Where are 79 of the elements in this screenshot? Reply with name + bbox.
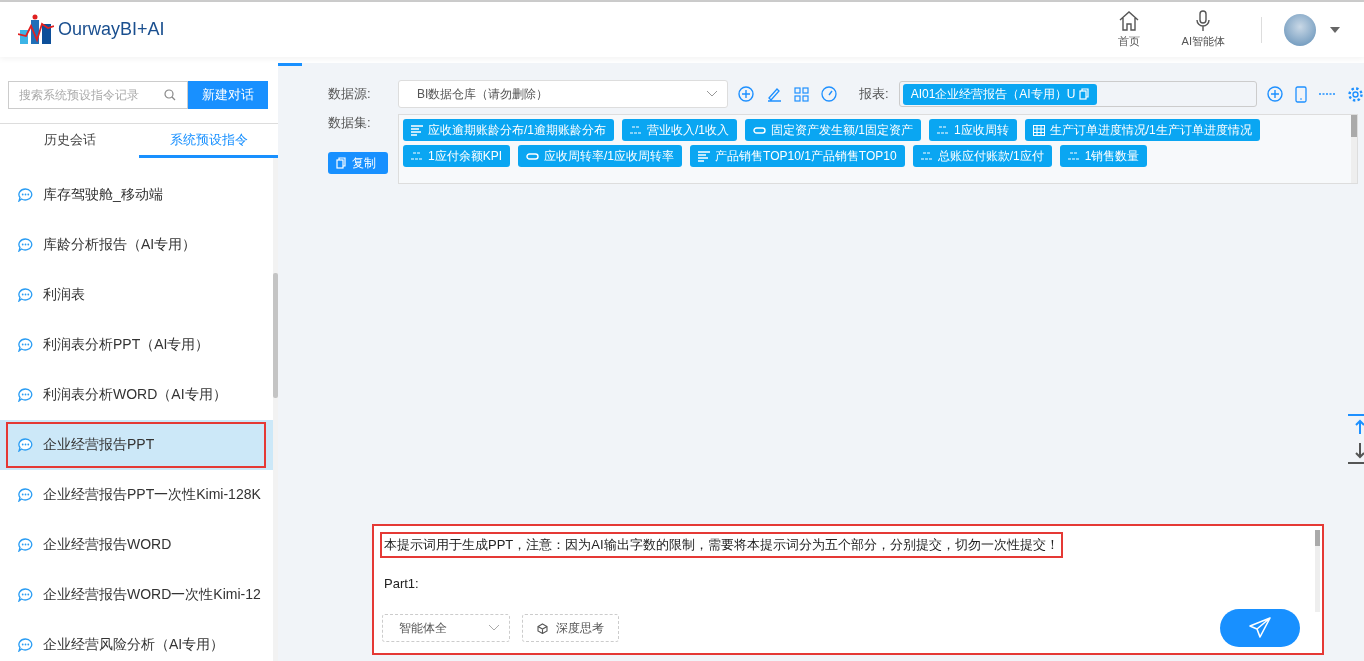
datasource-label: 数据源: <box>328 85 372 103</box>
nav-button[interactable]: 首页 <box>1103 10 1154 49</box>
kpi-icon <box>920 152 933 160</box>
home-icon <box>1117 10 1140 32</box>
add-icon[interactable] <box>738 86 754 102</box>
preset-item[interactable]: 利润表 <box>0 270 273 320</box>
chat-bubble-icon <box>18 538 33 552</box>
chat-bubble-icon <box>18 288 33 302</box>
pill-icon <box>526 152 539 160</box>
add-icon[interactable] <box>1266 86 1283 102</box>
chat-bubble-icon <box>18 338 33 352</box>
caret-icon[interactable] <box>1330 26 1340 33</box>
preset-label: 企业经营报告PPT <box>43 436 155 454</box>
preset-label: 企业经营报告PPT一次性Kimi-128K <box>43 486 261 504</box>
prompt-line: Part1: <box>383 575 420 593</box>
agent-select[interactable]: 智能体全 <box>382 614 510 642</box>
chat-bubble-icon <box>18 238 33 252</box>
list-icon <box>411 124 423 136</box>
chat-bubble-icon <box>18 638 33 652</box>
preset-label: 利润表分析WORD（AI专用） <box>43 386 227 404</box>
preset-item[interactable]: 库存驾驶舱_移动端 <box>0 170 273 220</box>
prompt-line: 本提示词用于生成PPT，注意：因为AI输出字数的限制，需要将本提示词分为五个部分，分别提交，切勿一次性提交！ <box>382 534 1061 556</box>
dataset-label: 数据集: <box>328 114 372 132</box>
preset-label: 企业经营报告WORD一次性Kimi-12 <box>43 586 261 604</box>
datasource-select[interactable]: BI数据仓库（请勿删除） <box>398 80 728 108</box>
scrollbar-thumb[interactable] <box>273 273 278 398</box>
prompt-box[interactable]: 本提示词用于生成PPT，注意：因为AI输出字数的限制，需要将本提示词分为五个部分，分别提交，切勿一次性提交！ Part1: 智能体全 深度思考 <box>374 526 1322 653</box>
preset-label: 企业经营报告WORD <box>43 536 172 554</box>
scroll-bottom-icon[interactable] <box>1347 442 1364 464</box>
chat-bubble-icon <box>18 438 33 452</box>
preset-item[interactable]: 企业经营报告WORD <box>0 520 273 570</box>
preset-label: 库存驾驶舱_移动端 <box>43 186 163 204</box>
scroll-top-icon[interactable] <box>1347 414 1364 436</box>
chat-bubble-icon <box>18 488 33 502</box>
send-button[interactable] <box>1219 609 1300 647</box>
kpi-icon <box>630 126 642 134</box>
preset-label: 利润表 <box>43 286 85 304</box>
preset-item[interactable]: 企业经营报告PPT <box>0 420 273 470</box>
chat-bubble-icon <box>18 388 33 402</box>
settings-icon[interactable] <box>1346 85 1364 103</box>
pill-icon <box>753 126 767 134</box>
scrollbar-thumb[interactable] <box>1314 530 1320 546</box>
preset-label: 库龄分析报告（AI专用） <box>43 236 197 254</box>
search-icon[interactable] <box>164 89 176 101</box>
preset-item[interactable]: 企业经营报告WORD一次性Kimi-12 <box>0 570 273 620</box>
preset-item[interactable]: 利润表分析PPT（AI专用） <box>0 320 273 370</box>
list-icon <box>698 150 711 162</box>
avatar[interactable] <box>1284 13 1316 46</box>
scrollbar-thumb[interactable] <box>1350 115 1357 137</box>
kpi-icon <box>411 152 423 160</box>
report-label: 报表: <box>859 85 889 103</box>
table-icon <box>1032 124 1045 136</box>
dots-icon[interactable] <box>1318 92 1335 96</box>
copy-icon <box>336 157 346 169</box>
search-field[interactable]: 搜索系统预设指令记录 <box>8 81 188 109</box>
cube-icon <box>537 622 548 634</box>
preset-item[interactable]: 企业经营风险分析（AI专用） <box>0 620 273 661</box>
gauge-icon[interactable] <box>821 86 837 102</box>
preset-label: 利润表分析PPT（AI专用） <box>43 336 210 354</box>
chevron-icon <box>707 91 717 97</box>
kpi-icon <box>1067 152 1080 160</box>
preset-label: 企业经营风险分析（AI专用） <box>43 636 225 654</box>
deep-think-button[interactable]: 深度思考 <box>522 614 619 642</box>
chevron-icon <box>489 625 499 631</box>
chat-bubble-icon <box>18 588 33 602</box>
send-icon <box>1247 617 1272 639</box>
edit-icon[interactable] <box>766 86 782 102</box>
nav-button[interactable]: AI智能体 <box>1167 10 1239 49</box>
logo-icon <box>18 13 54 46</box>
sidebar-tab[interactable]: 历史会话 <box>0 124 139 158</box>
copy-icon[interactable] <box>1079 88 1090 100</box>
logo-text: OurwayBI+AI <box>58 19 165 40</box>
chat-bubble-icon <box>18 188 33 202</box>
grid-icon[interactable] <box>794 86 809 102</box>
phone-icon[interactable] <box>1294 85 1307 103</box>
preset-item[interactable]: 利润表分析WORD（AI专用） <box>0 370 273 420</box>
preset-item[interactable]: 库龄分析报告（AI专用） <box>0 220 273 270</box>
kpi-icon <box>937 126 950 134</box>
preset-item[interactable]: 企业经营报告PPT一次性Kimi-128K <box>0 470 273 520</box>
